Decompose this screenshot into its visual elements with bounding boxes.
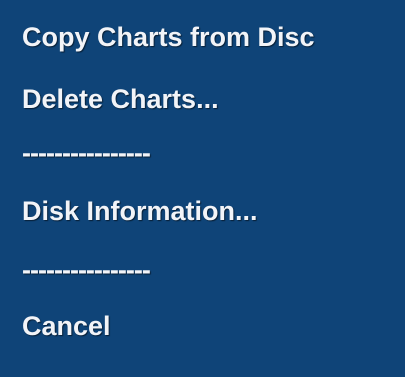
- menu-item-delete-charts[interactable]: Delete Charts...: [22, 82, 219, 116]
- menu-separator: ----------------: [22, 255, 151, 285]
- menu-item-disk-information[interactable]: Disk Information...: [22, 194, 258, 228]
- menu-separator: ----------------: [22, 138, 151, 168]
- menu-item-copy-charts-from-disc[interactable]: Copy Charts from Disc: [22, 20, 315, 54]
- menu-item-cancel[interactable]: Cancel: [22, 309, 111, 343]
- chart-menu: Copy Charts from Disc Delete Charts... -…: [0, 0, 405, 377]
